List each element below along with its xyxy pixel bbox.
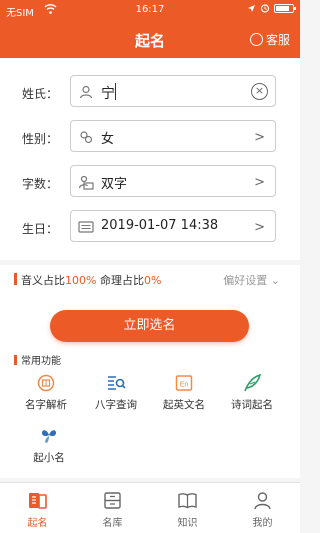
common-functions-title: 常用功能	[21, 356, 61, 367]
surname-value: 宁	[101, 86, 115, 102]
text-caret	[115, 83, 116, 100]
gender-select[interactable]: 女 >	[70, 120, 276, 152]
chevron-down-icon: ⌄	[270, 274, 280, 287]
sound-ratio-value: 100%	[65, 274, 97, 287]
tab-profile[interactable]: 我的	[225, 483, 300, 533]
tab-label: 名库	[102, 518, 123, 529]
tab-bar: 起名 名库 知识 我的	[0, 482, 300, 533]
fate-ratio-value: 0%	[143, 274, 162, 287]
tab-naming[interactable]: 起名	[0, 483, 75, 533]
tab-label: 知识	[177, 518, 198, 529]
headset-icon	[249, 33, 263, 46]
section-accent-bar	[14, 273, 17, 285]
function-name-analysis[interactable]: 名字解析	[10, 373, 82, 421]
function-label: 诗词起名	[231, 399, 273, 411]
naming-form: 姓氏： 宁 × 性别： 女 > 字数： 双字 > 生日： 2019-01-07 …	[0, 58, 300, 260]
function-label: 起小名	[33, 452, 65, 464]
nav-bar: 起名 客服	[0, 20, 300, 58]
status-bar: 无SIM 16:17	[0, 0, 300, 20]
birthday-value: 2019-01-07 14:38	[101, 218, 219, 233]
ratio-row: 音义占比100% 命理占比0% 偏好设置 ⌄	[0, 265, 300, 293]
tab-label: 我的	[252, 518, 273, 529]
choose-name-button[interactable]: 立即选名	[50, 310, 249, 342]
english-name-icon: En	[175, 375, 193, 391]
alarm-icon	[260, 4, 270, 13]
birthday-row: 生日： 2019-01-07 14:38 >	[0, 210, 300, 246]
book-icon	[178, 493, 197, 509]
common-functions: 常用功能 名字解析 八字查询 En 起英文名 诗词起名 起小名	[0, 348, 300, 478]
customer-service-label: 客服	[265, 33, 290, 47]
name-library-icon	[104, 492, 121, 509]
surname-label: 姓氏：	[22, 87, 59, 101]
char-count-label: 字数：	[22, 177, 59, 191]
gender-icon	[80, 131, 93, 144]
function-nickname[interactable]: 起小名	[13, 426, 85, 474]
keyboard-icon	[78, 221, 94, 233]
birthday-label: 生日：	[22, 222, 59, 236]
poetry-feather-icon	[244, 373, 262, 392]
section-accent-bar	[14, 355, 17, 365]
nickname-icon	[42, 430, 56, 443]
function-poetry-name[interactable]: 诗词起名	[216, 373, 288, 421]
tab-label: 起名	[27, 518, 48, 529]
surname-input[interactable]: 宁 ×	[70, 75, 276, 107]
chevron-right-icon: >	[254, 175, 265, 190]
function-label: 八字查询	[95, 399, 137, 411]
svg-text:En: En	[180, 382, 189, 389]
location-arrow-icon	[248, 4, 255, 12]
tab-knowledge[interactable]: 知识	[150, 483, 225, 533]
profile-icon	[254, 492, 271, 510]
gender-label: 性别：	[22, 132, 59, 146]
naming-icon	[29, 493, 47, 509]
chevron-right-icon: >	[254, 220, 265, 235]
function-bazi-search[interactable]: 八字查询	[80, 373, 152, 421]
fate-ratio-label: 命理占比	[99, 274, 144, 287]
clear-icon[interactable]: ×	[251, 83, 268, 100]
char-count-value: 双字	[101, 177, 128, 192]
customer-service-button[interactable]: 客服	[249, 31, 290, 48]
name-analysis-icon	[37, 374, 55, 392]
function-label: 名字解析	[25, 399, 67, 411]
gender-row: 性别： 女 >	[0, 120, 300, 156]
chevron-right-icon: >	[254, 130, 265, 145]
sound-ratio-label: 音义占比	[21, 274, 65, 287]
preferences-button[interactable]: 偏好设置 ⌄	[223, 272, 280, 288]
function-english-name[interactable]: En 起英文名	[148, 373, 220, 421]
id-card-icon	[78, 175, 94, 190]
char-count-row: 字数： 双字 >	[0, 165, 300, 201]
char-count-select[interactable]: 双字 >	[70, 165, 276, 197]
preferences-label: 偏好设置	[223, 274, 268, 287]
tab-name-library[interactable]: 名库	[75, 483, 150, 533]
birthday-picker[interactable]: 2019-01-07 14:38 >	[70, 210, 276, 242]
person-icon	[79, 85, 93, 99]
function-label: 起英文名	[163, 399, 205, 411]
cta-area: 立即选名	[0, 293, 300, 348]
surname-row: 姓氏： 宁 ×	[0, 75, 300, 111]
battery-icon	[274, 3, 296, 13]
common-functions-header: 常用功能	[14, 352, 61, 367]
bazi-search-icon	[108, 376, 126, 390]
gender-value: 女	[101, 132, 115, 147]
ratio-summary: 音义占比100% 命理占比0%	[21, 272, 161, 288]
